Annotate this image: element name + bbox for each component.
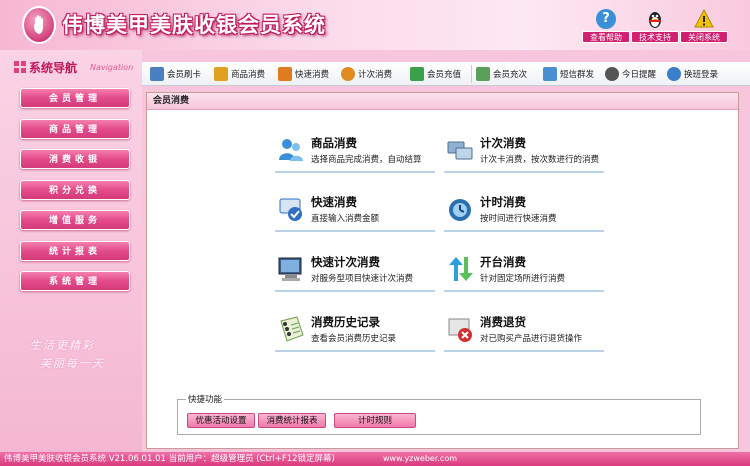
hand-logo-icon: [34, 15, 43, 34]
close-system-button[interactable]: 关闭系统: [680, 8, 728, 43]
consume-report-button[interactable]: 消费统计报表: [258, 413, 326, 428]
sidebar-title: 系统导航: [29, 61, 78, 75]
app-header: 伟博美甲美肤收银会员系统 ? 查看帮助 技术支持 关闭系统: [0, 0, 750, 50]
toolbar-member-count-recharge[interactable]: 会员充次: [476, 65, 527, 83]
func-title: 消费退货: [480, 315, 526, 329]
promo-settings-button[interactable]: 优惠活动设置: [187, 413, 255, 428]
users-icon: [279, 139, 303, 161]
status-text: 伟博美甲美肤收银会员系统 V21.06.01.01 当前用户：超级管理员 (Ct…: [4, 454, 335, 464]
close-system-label: 关闭系统: [680, 31, 728, 43]
sidebar-item-consume-checkout[interactable]: 消费收银: [20, 149, 130, 169]
func-desc: 针对固定场所进行消费: [480, 274, 566, 284]
help-button[interactable]: ? 查看帮助: [582, 9, 630, 43]
status-url: www.yzweber.com: [383, 454, 458, 463]
refresh-icon: [341, 67, 355, 81]
app-title: 伟博美甲美肤收银会员系统: [62, 13, 326, 37]
recharge-count-icon: [476, 67, 490, 81]
toolbar-member-card[interactable]: 会员刷卡: [150, 65, 201, 83]
func-fast-consume[interactable]: 快速消费 直接输入消费金额: [275, 192, 435, 232]
func-desc: 查看会员消费历史记录: [311, 334, 397, 344]
func-desc: 按时间进行快速消费: [480, 214, 557, 224]
clock-icon: [605, 67, 619, 81]
func-desc: 计次卡消费，按次数进行的消费: [480, 155, 600, 165]
func-title: 商品消费: [311, 136, 357, 150]
sidebar-item-member-management[interactable]: 会员管理: [20, 88, 130, 108]
func-title: 快速消费: [311, 195, 357, 209]
card-swipe-icon: [150, 67, 164, 81]
func-table-consume[interactable]: 开台消费 针对固定场所进行消费: [444, 252, 604, 292]
toolbar-member-recharge[interactable]: 会员充值: [410, 65, 461, 83]
grid-icon: [14, 61, 26, 73]
toolbar-product-consume[interactable]: 商品消费: [214, 65, 265, 83]
toolbar-count-consume[interactable]: 计次消费: [341, 65, 392, 83]
func-title: 快速计次消费: [311, 255, 380, 269]
login-switch-icon: [667, 67, 681, 81]
toolbar-shift-login[interactable]: 换班登录: [667, 65, 718, 83]
func-title: 计次消费: [480, 136, 526, 150]
tech-support-button[interactable]: 技术支持: [631, 9, 679, 43]
shopping-bag-icon: [214, 67, 228, 81]
func-desc: 对服务型项目快速计次消费: [311, 274, 414, 284]
timer-icon: [449, 199, 471, 221]
func-fast-count-consume[interactable]: 快速计次消费 对服务型项目快速计次消费: [275, 252, 435, 292]
help-label: 查看帮助: [582, 31, 630, 43]
func-title: 消费历史记录: [311, 315, 380, 329]
fast-consume-icon: [278, 67, 292, 81]
func-product-consume[interactable]: 商品消费 选择商品完成消费，自动结算: [275, 133, 435, 173]
timing-rules-button[interactable]: 计时规则: [334, 413, 416, 428]
warning-icon: [694, 8, 714, 29]
func-title: 计时消费: [480, 195, 526, 209]
sms-icon: [543, 67, 557, 81]
help-icon: ?: [596, 9, 616, 29]
func-desc: 对已购买产品进行退货操作: [480, 334, 583, 344]
sidebar-header: 系统导航 Navigation: [10, 58, 138, 78]
return-icon: [448, 318, 472, 342]
panel-title: 会员消费: [147, 93, 738, 110]
func-desc: 直接输入消费金额: [311, 214, 380, 224]
notebook-icon: [280, 316, 304, 342]
toolbar-fast-consume[interactable]: 快速消费: [278, 65, 329, 83]
monitor-icon: [278, 257, 302, 281]
qq-penguin-icon: [645, 9, 665, 29]
sidebar-title-en: Navigation: [90, 63, 134, 72]
func-time-consume[interactable]: 计时消费 按时间进行快速消费: [444, 192, 604, 232]
func-consume-return[interactable]: 消费退货 对已购买产品进行退货操作: [444, 312, 604, 352]
main-panel: 会员消费 商品消费 选择商品完成消费，自动结算 计次消费 计次卡消费，按次数进行…: [146, 92, 739, 449]
toolbar: 会员刷卡 商品消费 快速消费 计次消费 会员充值 会员充次 短信群发 今日提醒 …: [142, 62, 750, 86]
sidebar-item-value-added[interactable]: 增值服务: [20, 210, 130, 230]
status-bar: 伟博美甲美肤收银会员系统 V21.06.01.01 当前用户：超级管理员 (Ct…: [0, 452, 750, 466]
sidebar: 系统导航 Navigation 会员管理 商品管理 消费收银 积分兑换 增值服务…: [0, 50, 142, 452]
func-title: 开台消费: [480, 255, 526, 269]
app-logo: [22, 6, 56, 44]
arrows-icon: [449, 257, 473, 281]
slogan-line-2: 美丽每一天: [40, 357, 105, 370]
toolbar-today-reminder[interactable]: 今日提醒: [605, 65, 656, 83]
toolbar-separator: [471, 65, 472, 83]
tech-support-label: 技术支持: [631, 31, 679, 43]
check-card-icon: [279, 198, 302, 221]
func-count-consume[interactable]: 计次消费 计次卡消费，按次数进行的消费: [444, 133, 604, 173]
sidebar-item-system-management[interactable]: 系统管理: [20, 271, 130, 291]
count-card-icon: [447, 141, 473, 160]
func-consume-history[interactable]: 消费历史记录 查看会员消费历史记录: [275, 312, 435, 352]
recharge-icon: [410, 67, 424, 81]
sidebar-item-product-management[interactable]: 商品管理: [20, 119, 130, 139]
toolbar-sms-broadcast[interactable]: 短信群发: [543, 65, 594, 83]
sidebar-item-points-exchange[interactable]: 积分兑换: [20, 180, 130, 200]
quick-functions-legend: 快捷功能: [186, 393, 225, 405]
slogan-line-1: 生活更精彩: [30, 339, 95, 352]
quick-functions-group: 快捷功能 优惠活动设置 消费统计报表 计时规则: [177, 393, 701, 435]
sidebar-item-statistics[interactable]: 统计报表: [20, 241, 130, 261]
func-desc: 选择商品完成消费，自动结算: [311, 155, 422, 165]
